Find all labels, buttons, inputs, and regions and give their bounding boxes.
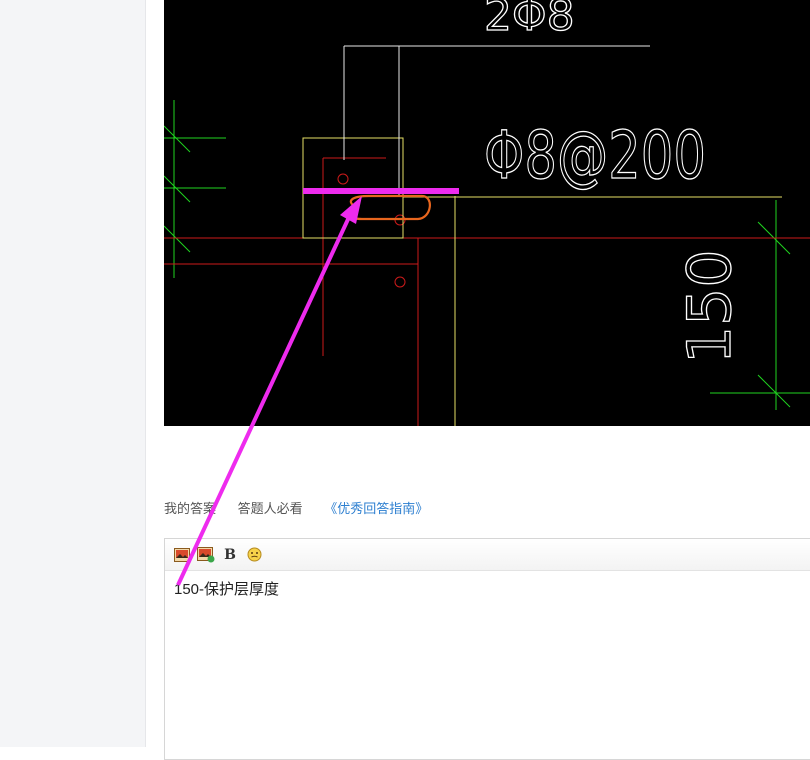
- cad-drawing-svg: 2Φ8 Φ8@200 150: [164, 0, 810, 426]
- editor-toolbar: B: [165, 539, 810, 571]
- grid-axis-left: [164, 100, 226, 278]
- must-read-label: 答题人必看: [237, 501, 303, 516]
- left-gutter: [0, 0, 146, 747]
- emoji-icon[interactable]: [245, 546, 263, 564]
- circle-mark: [347, 194, 431, 221]
- image-plus-icon[interactable]: [197, 546, 215, 564]
- image-icon[interactable]: [173, 546, 191, 564]
- editor-content[interactable]: 150-保护层厚度: [165, 571, 810, 609]
- answer-editor[interactable]: B 150-保护层厚度: [164, 538, 810, 760]
- stirrup-label: Φ8@200: [484, 117, 706, 194]
- answer-guide-link[interactable]: 《优秀回答指南》: [324, 501, 428, 516]
- my-answer-label: 我的答案: [164, 501, 217, 516]
- answer-bar: 我的答案 答题人必看 《优秀回答指南》: [164, 499, 428, 519]
- dimension-label: 150: [675, 249, 745, 364]
- rebar-count-label: 2Φ8: [484, 0, 575, 41]
- bold-icon[interactable]: B: [221, 546, 239, 564]
- cad-drawing: 2Φ8 Φ8@200 150: [164, 0, 810, 426]
